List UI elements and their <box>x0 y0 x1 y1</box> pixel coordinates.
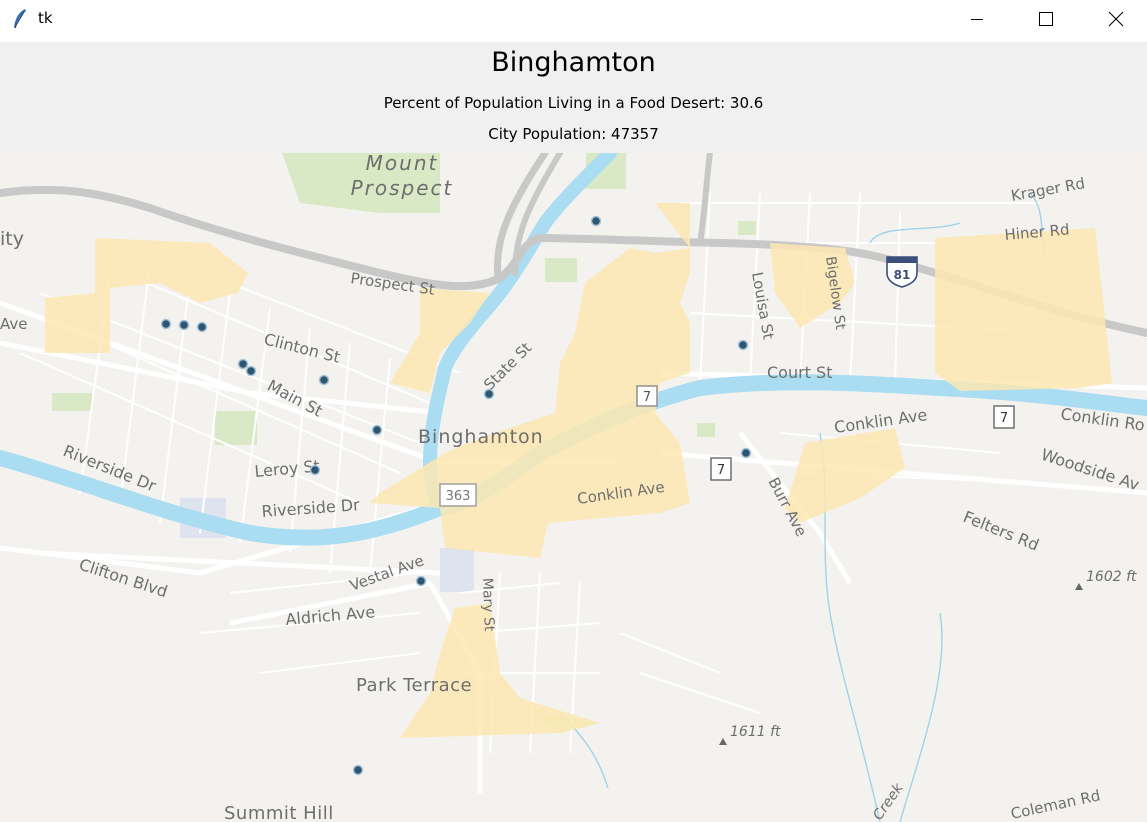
store-marker <box>178 319 190 331</box>
store-marker <box>483 388 495 400</box>
route-7-shield: 7 <box>636 385 658 407</box>
store-marker <box>590 215 602 227</box>
store-marker <box>737 339 749 351</box>
label-mary-st: Mary St <box>479 578 497 633</box>
park <box>545 258 577 282</box>
label-ave-fragment: Ave <box>0 315 28 333</box>
route-7-label: 7 <box>717 463 725 478</box>
window-titlebar: tk <box>0 0 1147 38</box>
label-elevation: 1611 ft <box>730 724 781 740</box>
store-marker <box>415 575 427 587</box>
park <box>697 423 715 437</box>
minimize-button[interactable] <box>954 0 1000 38</box>
park <box>52 393 92 411</box>
city-name: Binghamton <box>491 47 656 78</box>
feather-icon <box>12 8 28 30</box>
close-button[interactable] <box>1093 0 1139 38</box>
park <box>215 411 257 445</box>
label-elevation: 1602 ft <box>1086 569 1137 585</box>
route-7-shield: 7 <box>993 405 1015 429</box>
map-canvas: 81 7 7 7 363 Mount Prospect ity Ave Pros… <box>0 153 1147 822</box>
store-marker <box>196 321 208 333</box>
interstate-81-label: 81 <box>894 268 911 282</box>
store-marker <box>237 358 249 370</box>
store-marker <box>309 464 321 476</box>
route-7-shield: 7 <box>710 457 732 481</box>
label-binghamton: Binghamton <box>418 426 544 448</box>
maximize-icon <box>1038 11 1054 27</box>
close-icon <box>1108 11 1124 27</box>
route-7-label: 7 <box>1000 411 1008 426</box>
window-title: tk <box>38 9 53 27</box>
store-marker <box>371 424 383 436</box>
label-mount-prospect: Mount <box>366 153 439 175</box>
label-mount-prospect: Prospect <box>351 176 454 200</box>
label-summit-hill: Summit Hill <box>224 803 334 822</box>
maximize-button[interactable] <box>1023 0 1069 38</box>
store-marker <box>352 764 364 776</box>
label-park-terrace: Park Terrace <box>356 675 472 696</box>
store-marker <box>740 447 752 459</box>
park <box>738 221 756 235</box>
route-7-label: 7 <box>643 390 651 405</box>
interstate-81-shield: 81 <box>886 256 918 288</box>
city-population: City Population: 47357 <box>488 125 659 143</box>
food-desert-area <box>935 228 1112 391</box>
minimize-icon <box>969 11 985 27</box>
store-marker <box>318 374 330 386</box>
food-desert-percent: Percent of Population Living in a Food D… <box>383 94 764 112</box>
route-363-label: 363 <box>446 489 471 504</box>
store-marker <box>160 318 172 330</box>
map-view[interactable]: 81 7 7 7 363 Mount Prospect ity Ave Pros… <box>0 153 1147 822</box>
route-363-shield: 363 <box>439 483 477 507</box>
store-marker <box>245 365 257 377</box>
campus-area <box>440 548 474 592</box>
label-city-fragment: ity <box>0 228 24 250</box>
label-court-st: Court St <box>767 363 832 382</box>
city-header: Binghamton Percent of Population Living … <box>0 42 1147 153</box>
